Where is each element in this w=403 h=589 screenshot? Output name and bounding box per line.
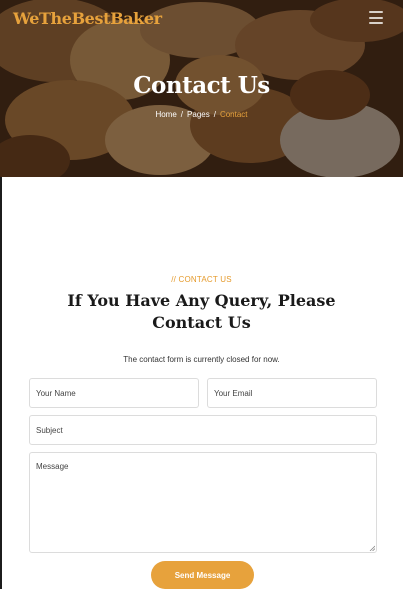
page-left-border <box>0 177 2 589</box>
site-logo[interactable]: WeTheBestBaker <box>13 9 162 28</box>
breadcrumb: Home / Pages / Contact <box>0 110 403 119</box>
hero-banner: WeTheBestBaker Contact Us Home / Pages / Con… <box>0 0 403 177</box>
breadcrumb-separator: / <box>213 110 216 119</box>
email-input[interactable] <box>207 378 377 408</box>
page-title: Contact Us <box>133 72 270 99</box>
name-input[interactable] <box>29 378 199 408</box>
send-message-button[interactable]: Send Message <box>151 561 254 589</box>
hamburger-menu-icon[interactable] <box>369 11 383 24</box>
form-closed-notice: The contact form is currently closed for… <box>123 355 280 364</box>
subject-input[interactable] <box>29 415 377 445</box>
section-eyebrow: // CONTACT US <box>171 275 232 284</box>
breadcrumb-pages-link[interactable]: Pages <box>187 110 210 119</box>
breadcrumb-separator: / <box>180 110 184 119</box>
resize-grip-icon[interactable] <box>369 545 375 551</box>
message-textarea[interactable] <box>29 452 377 553</box>
section-heading: If You Have Any Query, Please Contact Us <box>67 291 336 332</box>
breadcrumb-home-link[interactable]: Home <box>155 110 176 119</box>
breadcrumb-current: Contact <box>219 110 248 119</box>
